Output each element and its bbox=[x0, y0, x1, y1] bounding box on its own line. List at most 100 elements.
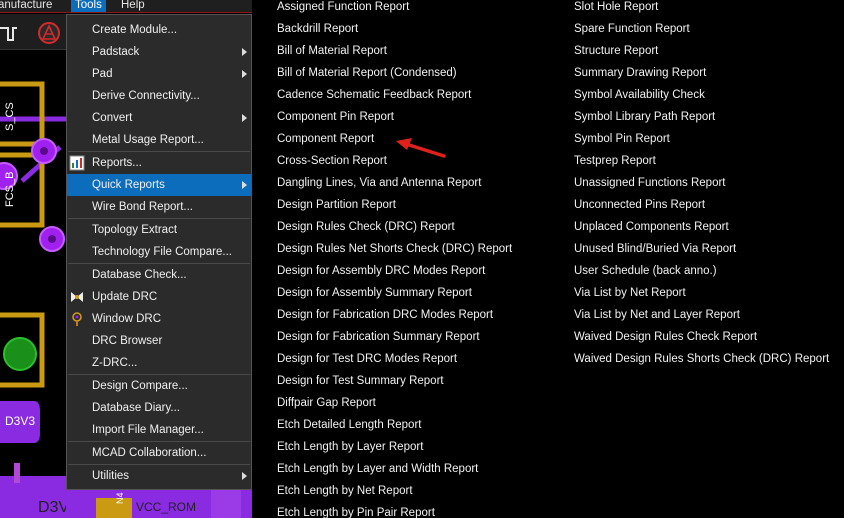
report-item[interactable]: Design for Assembly DRC Modes Report bbox=[277, 260, 512, 282]
menu-item-label: Update DRC bbox=[92, 291, 158, 303]
report-item[interactable]: Unassigned Functions Report bbox=[574, 172, 829, 194]
submenu-arrow-icon bbox=[242, 70, 247, 78]
report-item[interactable]: Backdrill Report bbox=[277, 18, 512, 40]
menu-item-wire-bond-report[interactable]: Wire Bond Report... bbox=[67, 196, 251, 218]
menu-item-technology-file-compare[interactable]: Technology File Compare... bbox=[67, 241, 251, 263]
report-item[interactable]: Waived Design Rules Check Report bbox=[574, 326, 829, 348]
net-label-n4: N4 bbox=[115, 492, 125, 504]
report-item[interactable]: Via List by Net Report bbox=[574, 282, 829, 304]
net-label-d3v3-large: D3V3 bbox=[38, 499, 66, 516]
net-label-vcc-rom: VCC_ROM bbox=[136, 500, 197, 514]
menu-item-label: Convert bbox=[92, 112, 133, 124]
toolbar-icons bbox=[0, 22, 60, 44]
report-item[interactable]: Design Rules Net Shorts Check (DRC) Repo… bbox=[277, 238, 512, 260]
drc-tool-icon[interactable] bbox=[38, 22, 60, 44]
report-item[interactable]: Component Pin Report bbox=[277, 106, 512, 128]
report-item[interactable]: Spare Function Report bbox=[574, 18, 829, 40]
menu-item-label: Import File Manager... bbox=[92, 424, 204, 436]
menu-item-update-drc[interactable]: Update DRC bbox=[67, 286, 251, 308]
report-item[interactable]: Dangling Lines, Via and Antenna Report bbox=[277, 172, 512, 194]
menu-item-reports[interactable]: Reports... bbox=[67, 152, 251, 174]
menu-item-label: Z-DRC... bbox=[92, 357, 138, 369]
menu-item-label: DRC Browser bbox=[92, 335, 163, 347]
net-label-d3v3: D3V3 bbox=[5, 414, 36, 428]
menu-item-utilities[interactable]: Utilities bbox=[67, 465, 251, 487]
menu-tools[interactable]: Tools bbox=[71, 0, 106, 12]
menu-item-label: Padstack bbox=[92, 46, 140, 58]
report-item[interactable]: Bill of Material Report (Condensed) bbox=[277, 62, 512, 84]
menu-item-label: MCAD Collaboration... bbox=[92, 447, 207, 459]
quick-reports-column-2: Slot Hole Report Spare Function Report S… bbox=[574, 0, 829, 370]
menu-item-label: Database Diary... bbox=[92, 402, 180, 414]
menu-item-drc-browser[interactable]: DRC Browser bbox=[67, 330, 251, 352]
report-item[interactable]: Waived Design Rules Shorts Check (DRC) R… bbox=[574, 348, 829, 370]
submenu-arrow-icon bbox=[242, 48, 247, 56]
quick-reports-column-1: Assigned Function Report Backdrill Repor… bbox=[277, 0, 512, 518]
toolbar bbox=[0, 14, 66, 50]
menu-item-pad[interactable]: Pad bbox=[67, 63, 251, 85]
report-item[interactable]: Slot Hole Report bbox=[574, 0, 829, 18]
report-item[interactable]: Testprep Report bbox=[574, 150, 829, 172]
menu-item-window-drc[interactable]: Window DRC bbox=[67, 308, 251, 330]
menu-item-topology-extract[interactable]: Topology Extract bbox=[67, 219, 251, 241]
report-item[interactable]: Design for Fabrication DRC Modes Report bbox=[277, 304, 512, 326]
quick-reports-panel: Assigned Function Report Backdrill Repor… bbox=[252, 0, 844, 518]
menu-item-design-compare[interactable]: Design Compare... bbox=[67, 375, 251, 397]
report-item[interactable]: Cadence Schematic Feedback Report bbox=[277, 84, 512, 106]
report-item[interactable]: Unconnected Pins Report bbox=[574, 194, 829, 216]
menu-item-label: Metal Usage Report... bbox=[92, 134, 204, 146]
report-item[interactable]: Diffpair Gap Report bbox=[277, 392, 512, 414]
menu-item-label: Quick Reports bbox=[92, 179, 165, 191]
menu-item-padstack[interactable]: Padstack bbox=[67, 41, 251, 63]
net-label-fcs-b: FCS_B bbox=[4, 171, 16, 207]
report-item[interactable]: Bill of Material Report bbox=[277, 40, 512, 62]
submenu-arrow-icon bbox=[242, 114, 247, 122]
report-item[interactable]: Symbol Availability Check bbox=[574, 84, 829, 106]
report-item[interactable]: Unused Blind/Buried Via Report bbox=[574, 238, 829, 260]
report-item[interactable]: Summary Drawing Report bbox=[574, 62, 829, 84]
menu-help[interactable]: Help bbox=[117, 0, 149, 12]
report-item[interactable]: Etch Length by Net Report bbox=[277, 480, 512, 502]
report-item[interactable]: Etch Detailed Length Report bbox=[277, 414, 512, 436]
pcb-canvas[interactable]: S_CS FCS_B D3V3 D3V3 bbox=[0, 51, 66, 518]
report-item[interactable]: User Schedule (back anno.) bbox=[574, 260, 829, 282]
menu-item-database-diary[interactable]: Database Diary... bbox=[67, 397, 251, 419]
tools-menu: Create Module... Padstack Pad Derive Con… bbox=[66, 14, 252, 490]
route-tool-icon[interactable] bbox=[0, 27, 17, 41]
report-item[interactable]: Design Partition Report bbox=[277, 194, 512, 216]
menu-item-convert[interactable]: Convert bbox=[67, 107, 251, 129]
menu-item-label: Derive Connectivity... bbox=[92, 90, 200, 102]
menu-item-z-drc[interactable]: Z-DRC... bbox=[67, 352, 251, 374]
report-item[interactable]: Via List by Net and Layer Report bbox=[574, 304, 829, 326]
report-item[interactable]: Design for Assembly Summary Report bbox=[277, 282, 512, 304]
menu-item-metal-usage-report[interactable]: Metal Usage Report... bbox=[67, 129, 251, 151]
menu-item-database-check[interactable]: Database Check... bbox=[67, 264, 251, 286]
menu-item-derive-connectivity[interactable]: Derive Connectivity... bbox=[67, 85, 251, 107]
menu-bar: anufacture Tools Help bbox=[0, 0, 252, 13]
report-item[interactable]: Assigned Function Report bbox=[277, 0, 512, 18]
report-item[interactable]: Symbol Library Path Report bbox=[574, 106, 829, 128]
menu-item-label: Design Compare... bbox=[92, 380, 188, 392]
report-item[interactable]: Etch Length by Pin Pair Report bbox=[277, 502, 512, 518]
menu-item-quick-reports[interactable]: Quick Reports bbox=[67, 174, 251, 196]
report-item[interactable]: Structure Report bbox=[574, 40, 829, 62]
menu-item-mcad-collaboration[interactable]: MCAD Collaboration... bbox=[67, 442, 251, 464]
report-item[interactable]: Etch Length by Layer Report bbox=[277, 436, 512, 458]
menu-item-label: Create Module... bbox=[92, 24, 178, 36]
menu-manufacture[interactable]: anufacture bbox=[0, 0, 56, 12]
report-item[interactable]: Design for Test DRC Modes Report bbox=[277, 348, 512, 370]
report-item[interactable]: Etch Length by Layer and Width Report bbox=[277, 458, 512, 480]
report-item[interactable]: Symbol Pin Report bbox=[574, 128, 829, 150]
report-item[interactable]: Design Rules Check (DRC) Report bbox=[277, 216, 512, 238]
pcb-canvas-bottom[interactable]: VCC_ROM N4 bbox=[66, 490, 252, 518]
report-item[interactable]: Design for Fabrication Summary Report bbox=[277, 326, 512, 348]
report-item[interactable]: Design for Test Summary Report bbox=[277, 370, 512, 392]
menu-item-label: Pad bbox=[92, 68, 113, 80]
menu-item-label: Topology Extract bbox=[92, 224, 178, 236]
annotation-arrow-icon bbox=[396, 138, 446, 158]
report-chart-icon bbox=[69, 155, 85, 171]
report-item[interactable]: Unplaced Components Report bbox=[574, 216, 829, 238]
menu-item-import-file-manager[interactable]: Import File Manager... bbox=[67, 419, 251, 441]
menu-item-create-module[interactable]: Create Module... bbox=[67, 19, 251, 41]
menu-item-label: Technology File Compare... bbox=[92, 246, 232, 258]
